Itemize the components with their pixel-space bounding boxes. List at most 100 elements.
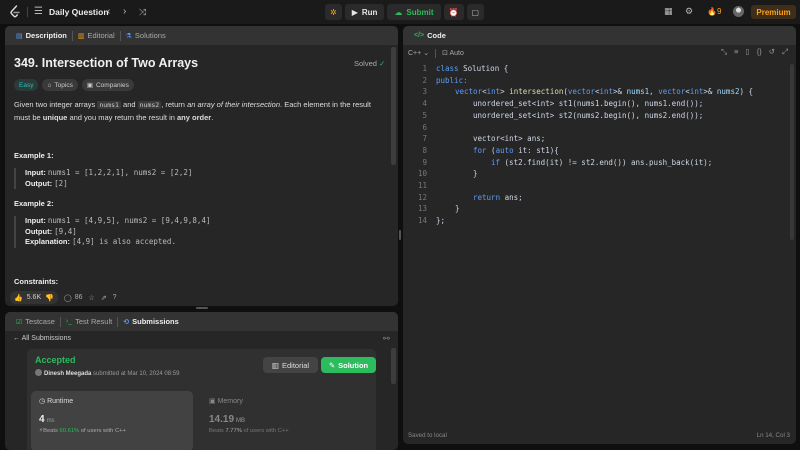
problem-list-icon[interactable]: ☰	[34, 6, 43, 17]
streak-counter[interactable]: 🔥9	[707, 7, 721, 16]
share-icon: ⇗	[100, 294, 107, 302]
line-number: 5	[422, 110, 427, 120]
submit-button[interactable]: ☁ Submit	[387, 4, 441, 20]
layout-grid-icon[interactable]: ▦	[664, 6, 673, 17]
favorite-button[interactable]: ☆	[88, 294, 94, 302]
line-number: 13	[417, 204, 427, 214]
topics-chip[interactable]: ⌂ Topics	[42, 79, 78, 91]
cloud-upload-icon: ☁	[394, 7, 403, 17]
bug-icon: ✲	[330, 7, 337, 17]
settings-gear-icon[interactable]: ⚙	[685, 6, 693, 17]
code-line: for (auto it: st1){	[473, 145, 559, 155]
book-icon: ▥	[77, 32, 85, 40]
submission-status: Accepted	[35, 355, 76, 365]
code-brackets-icon: </>	[414, 32, 425, 39]
editorial-button[interactable]: ▥ Editorial	[263, 357, 318, 373]
description-scrollbar[interactable]	[391, 47, 396, 165]
history-icon: ⟲	[123, 318, 130, 326]
question-circle-icon: ?	[112, 294, 117, 301]
expand-icon[interactable]: ⤢	[782, 47, 788, 57]
question-title[interactable]: 349. Intersection of Two Arrays	[14, 56, 198, 70]
divider	[27, 7, 28, 17]
code-line: }	[473, 169, 478, 179]
tab-editorial[interactable]: ▥ Editorial	[73, 31, 120, 40]
reset-icon[interactable]: ↺	[769, 47, 775, 57]
all-submissions-link[interactable]: ← All Submissions	[13, 335, 71, 342]
submissions-panel: ☑ Testcase ›_ Test Result ⟲ Submissions ← A…	[5, 312, 398, 450]
cursor-position: Ln 14, Col 3	[756, 432, 790, 439]
tab-solutions[interactable]: ⚗ Solutions	[121, 31, 171, 40]
tab-description[interactable]: ▤ Description	[11, 31, 72, 40]
companies-chip[interactable]: ▣ Companies	[81, 79, 134, 91]
save-status: Saved to local	[408, 432, 447, 439]
premium-button[interactable]: Premium	[751, 5, 796, 19]
tab-test-result[interactable]: ›_ Test Result	[61, 317, 117, 326]
vertical-resize-handle[interactable]	[399, 230, 401, 240]
align-icon[interactable]: ≡	[734, 47, 738, 57]
share-button[interactable]: ⇗	[101, 294, 107, 302]
tab-testcase[interactable]: ☑ Testcase	[11, 317, 60, 326]
code-line: unordered_set<int> st2(nums2.begin(), nu…	[473, 110, 704, 120]
code-editor[interactable]: 1 2 3 4 5 6 7 8 9 10 11 12 13 14 class Solution { pub…	[403, 64, 788, 264]
runtime-stat[interactable]: ◷ Runtime 4 ms ⚡Beats 60.61% of users wit…	[31, 391, 193, 450]
auto-mode-toggle[interactable]: ⊡ Auto	[442, 49, 464, 57]
comments-button[interactable]: ◯ 86	[64, 294, 83, 302]
tag-icon: ⌂	[47, 81, 52, 89]
line-number: 4	[422, 99, 427, 109]
notes-button[interactable]: ▢	[466, 4, 485, 20]
solved-status: Solved ✓	[354, 59, 386, 68]
avatar[interactable]	[733, 6, 744, 17]
example-2-heading: Example 2:	[14, 199, 54, 208]
format-icon[interactable]: ⤡	[721, 47, 727, 57]
run-submit-group: ✲ ▶ Run ☁ Submit ⏰ ▢	[325, 4, 485, 20]
fire-icon: 🔥	[707, 7, 717, 16]
flask-icon: ⚗	[125, 32, 132, 40]
thumbs-down-icon[interactable]: 👎	[45, 294, 54, 302]
console-tabs: ☑ Testcase ›_ Test Result ⟲ Submissions	[5, 312, 398, 331]
braces-icon[interactable]: {}	[757, 47, 762, 57]
thumbs-up-icon[interactable]: 👍	[14, 294, 23, 302]
tab-submissions[interactable]: ⟲ Submissions	[118, 317, 184, 326]
code-line: class Solution {	[436, 64, 509, 73]
line-number: 1	[422, 64, 427, 73]
help-button[interactable]: ?	[113, 294, 117, 301]
language-select[interactable]: C++ ⌄	[408, 49, 429, 57]
leetcode-logo[interactable]	[9, 5, 21, 19]
problem-list-title[interactable]: Daily Question	[49, 7, 109, 17]
debug-button[interactable]: ✲	[325, 4, 342, 20]
divider	[435, 48, 437, 58]
line-number: 12	[417, 192, 427, 202]
run-button[interactable]: ▶ Run	[344, 4, 385, 20]
code-line: vector<int> intersection(vector<int>& nu…	[455, 87, 754, 97]
shuffle-icon[interactable]: ⤨	[139, 7, 146, 18]
example-2-block: Input: nums1 = [4,9,5], nums2 = [9,4,9,8…	[14, 216, 384, 248]
code-actions: ⤡ ≡ ▯ {} ↺ ⤢	[721, 47, 788, 57]
prev-question-icon[interactable]: ‹	[107, 6, 110, 17]
book-icon: ▥	[271, 360, 279, 370]
note-icon: ▢	[471, 7, 480, 17]
tag-chips: Easy ⌂ Topics ▣ Companies	[14, 79, 134, 91]
line-number: 7	[422, 134, 427, 144]
description-tabs: ▤ Description ▥ Editorial ⚗ Solutions	[5, 26, 398, 45]
constraints-heading: Constraints:	[14, 277, 59, 286]
code-line: };	[436, 216, 446, 226]
solution-button[interactable]: ✎ Solution	[321, 357, 376, 373]
memory-stat[interactable]: ▣ Memory 14.19 MB Beats 7.77% of users wi…	[201, 391, 363, 450]
timer-button[interactable]: ⏰	[443, 4, 464, 20]
description-panel: ▤ Description ▥ Editorial ⚗ Solutions 349. …	[5, 26, 398, 306]
comment-icon: ◯	[63, 294, 72, 302]
tab-code[interactable]: </> Code	[409, 31, 451, 40]
chevron-down-icon: ⌄	[423, 50, 430, 57]
horizontal-resize-handle[interactable]	[196, 307, 208, 309]
link-icon[interactable]: ⚯	[383, 334, 390, 343]
avatar	[35, 369, 42, 376]
next-question-icon[interactable]: ›	[123, 6, 126, 17]
submissions-scrollbar[interactable]	[391, 348, 396, 384]
line-number: 11	[417, 181, 427, 190]
description-actions: 👍 5.6K 👎 ◯ 86 ☆ ⇗ ?	[5, 289, 398, 306]
editor-scrollbar[interactable]	[790, 64, 794, 240]
checkbox-icon: ☑	[16, 318, 23, 326]
check-circle-icon: ✓	[378, 59, 386, 68]
star-icon: ☆	[88, 294, 95, 302]
bookmark-icon[interactable]: ▯	[746, 47, 750, 57]
